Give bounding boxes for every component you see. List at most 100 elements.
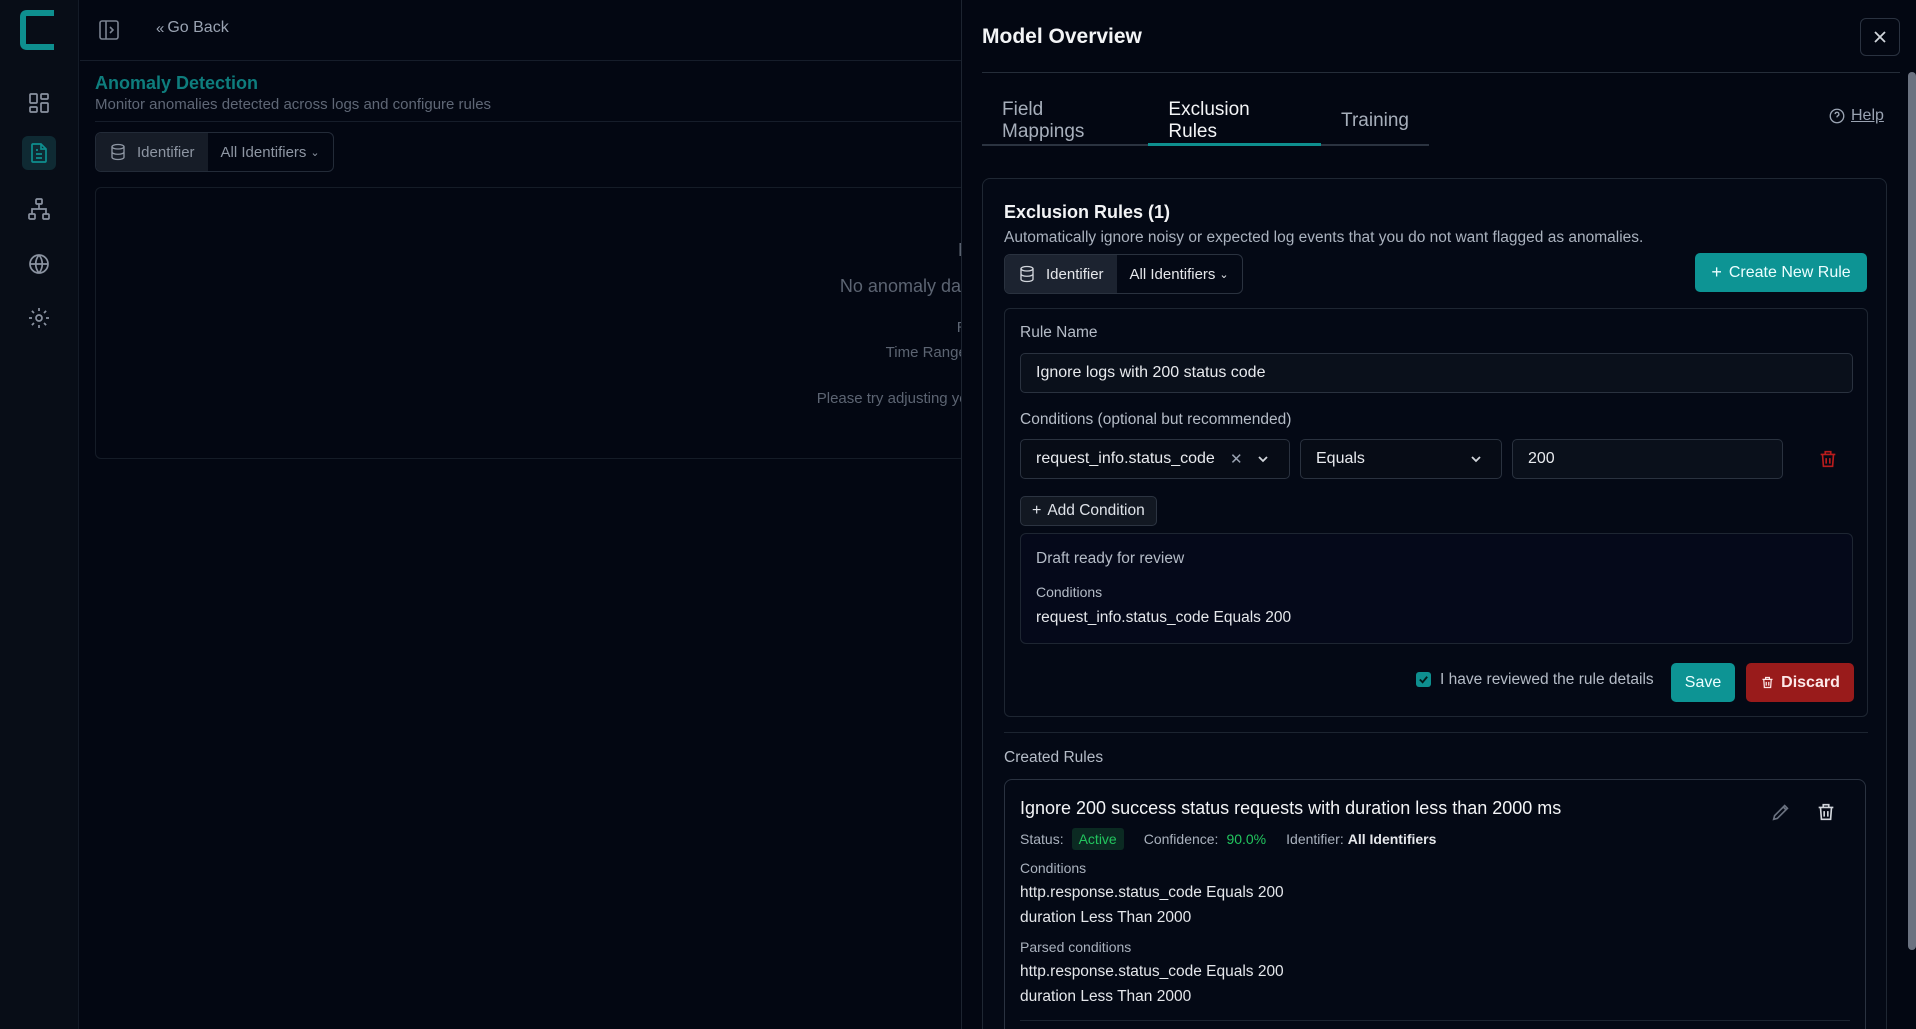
rule-identifier-filter[interactable]: Identifier All Identifiers ⌄ <box>1004 254 1243 294</box>
plus-icon: + <box>1711 262 1722 282</box>
draft-conditions-label: Conditions <box>1036 584 1103 600</box>
scrollbar[interactable] <box>1908 72 1916 950</box>
add-condition-label: Add Condition <box>1047 502 1145 519</box>
identifier-filter[interactable]: Identifier All Identifiers ⌄ <box>95 132 334 172</box>
confidence-label: Confidence: <box>1143 831 1219 847</box>
identifier-select[interactable]: All Identifiers ⌄ <box>208 133 333 171</box>
condition-operator-select[interactable]: Equals <box>1300 439 1502 479</box>
rule-identifier-label-text: Identifier <box>1046 265 1104 283</box>
identifier-meta-value: All Identifiers <box>1347 831 1437 847</box>
discard-label: Discard <box>1781 673 1840 691</box>
status-badge: Active <box>1071 828 1124 850</box>
identifier-select-value: All Identifiers <box>220 143 307 161</box>
check-icon <box>1419 676 1428 684</box>
database-icon <box>1020 265 1034 283</box>
condition-field-select[interactable]: request_info.status_code ✕ <box>1020 439 1290 479</box>
page-title: Anomaly Detection <box>95 73 259 93</box>
plus-icon: + <box>1032 502 1042 519</box>
go-back-label: Go Back <box>167 19 229 36</box>
add-condition-button[interactable]: + Add Condition <box>1020 496 1157 526</box>
empty-state-region: Regio <box>96 319 996 336</box>
help-label: Help <box>1851 107 1884 124</box>
rule-identifier-select[interactable]: All Identifiers ⌄ <box>1117 255 1242 293</box>
parsed-condition-line: duration Less Than 2000 <box>1020 988 1192 1005</box>
card-description: Automatically ignore noisy or expected l… <box>1004 229 1644 246</box>
review-checkbox[interactable] <box>1416 672 1431 687</box>
edit-pencil-icon[interactable] <box>1770 801 1792 823</box>
hierarchy-icon[interactable] <box>22 192 56 226</box>
chevron-down-icon <box>1258 456 1268 463</box>
globe-icon[interactable] <box>22 247 56 281</box>
rule-form: Rule Name Ignore logs with 200 status co… <box>1004 308 1868 717</box>
double-chevron-left-icon: « <box>156 19 165 37</box>
discard-button[interactable]: Discard <box>1746 663 1854 702</box>
rule-meta: Status: Active Confidence: 90.0% Identif… <box>1020 828 1436 850</box>
close-icon <box>1874 31 1886 43</box>
tab-field-mappings[interactable]: Field Mappings <box>982 98 1148 144</box>
create-new-rule-button[interactable]: + Create New Rule <box>1695 253 1867 292</box>
tab-bar: Field Mappings Exclusion Rules Training <box>982 98 1429 146</box>
divider <box>1004 732 1868 733</box>
document-icon[interactable] <box>22 136 56 170</box>
sidebar-rail <box>0 0 79 1029</box>
divider <box>982 72 1900 73</box>
identifier-label-text: Identifier <box>137 143 195 161</box>
save-button[interactable]: Save <box>1671 663 1735 702</box>
chevron-down-icon: ⌄ <box>1219 268 1229 281</box>
chevron-down-icon: ⌄ <box>310 146 320 159</box>
card-title: Exclusion Rules (1) <box>1004 202 1171 222</box>
model-overview-drawer: Model Overview Field Mappings Exclusion … <box>961 0 1916 1029</box>
parsed-condition-line: http.response.status_code Equals 200 <box>1020 963 1284 980</box>
trash-icon <box>1762 676 1773 689</box>
empty-state-panel: No d No anomaly data fo Regio Time Range… <box>95 187 996 459</box>
help-circle-icon <box>1829 108 1845 124</box>
gear-icon[interactable] <box>22 301 56 335</box>
go-back-link[interactable]: « Go Back <box>156 19 229 37</box>
draft-conditions-text: request_info.status_code Equals 200 <box>1036 609 1292 626</box>
review-label[interactable]: I have reviewed the rule details <box>1440 671 1654 689</box>
rule-condition-line: duration Less Than 2000 <box>1020 909 1192 926</box>
identifier-meta-label: Identifier: <box>1286 831 1344 847</box>
parsed-conditions-label: Parsed conditions <box>1020 939 1132 955</box>
empty-state-title: No d <box>96 240 996 261</box>
sidebar-toggle-icon[interactable] <box>98 19 120 41</box>
empty-state-text: No anomaly data fo <box>839 276 996 296</box>
rule-condition-line: http.response.status_code Equals 200 <box>1020 884 1284 901</box>
rule-name-input[interactable]: Ignore logs with 200 status code <box>1020 353 1853 393</box>
rule-title: Ignore 200 success status requests with … <box>1020 798 1562 818</box>
database-icon <box>111 143 125 161</box>
status-label: Status: <box>1020 831 1064 847</box>
conditions-label: Conditions (optional but recommended) <box>1020 411 1292 428</box>
rule-name-value: Ignore logs with 200 status code <box>1036 364 1266 381</box>
tab-training[interactable]: Training <box>1321 98 1429 144</box>
empty-state-time: Time Range: 3/1 <box>885 344 996 361</box>
confidence-value: 90.0% <box>1226 831 1267 847</box>
empty-state-hint: Please try adjusting your fil <box>816 390 996 407</box>
tab-exclusion-rules[interactable]: Exclusion Rules <box>1148 98 1322 146</box>
drawer-title: Model Overview <box>982 25 1142 48</box>
created-rules-label: Created Rules <box>1004 749 1104 766</box>
rule-name-label: Rule Name <box>1020 324 1098 341</box>
draft-preview: Draft ready for review Conditions reques… <box>1020 533 1853 644</box>
rule-identifier-label: Identifier <box>1005 255 1117 293</box>
condition-operator-value: Equals <box>1316 450 1365 467</box>
app-root: « Go Back Anomaly Detection Monitor anom… <box>0 0 1916 1029</box>
dashboard-icon[interactable] <box>22 86 56 120</box>
page-subtitle: Monitor anomalies detected across logs a… <box>95 96 492 113</box>
condition-value-input[interactable]: 200 <box>1512 439 1783 479</box>
clear-icon[interactable]: ✕ <box>1230 450 1243 468</box>
rule-conditions-label: Conditions <box>1020 860 1087 876</box>
help-link[interactable]: Help <box>1828 107 1884 125</box>
trash-icon[interactable] <box>1817 448 1839 470</box>
chevron-down-icon <box>1471 456 1481 463</box>
rule-identifier-value: All Identifiers <box>1129 265 1216 283</box>
rule-card: Ignore 200 success status requests with … <box>1004 779 1866 1029</box>
condition-value: 200 <box>1528 450 1555 467</box>
trash-icon[interactable] <box>1815 801 1837 823</box>
identifier-filter-label: Identifier <box>96 133 208 171</box>
close-button[interactable] <box>1860 18 1900 56</box>
create-new-rule-label: Create New Rule <box>1728 263 1851 281</box>
app-logo[interactable] <box>19 9 57 51</box>
draft-title: Draft ready for review <box>1036 550 1185 567</box>
condition-field-value: request_info.status_code <box>1036 450 1215 467</box>
